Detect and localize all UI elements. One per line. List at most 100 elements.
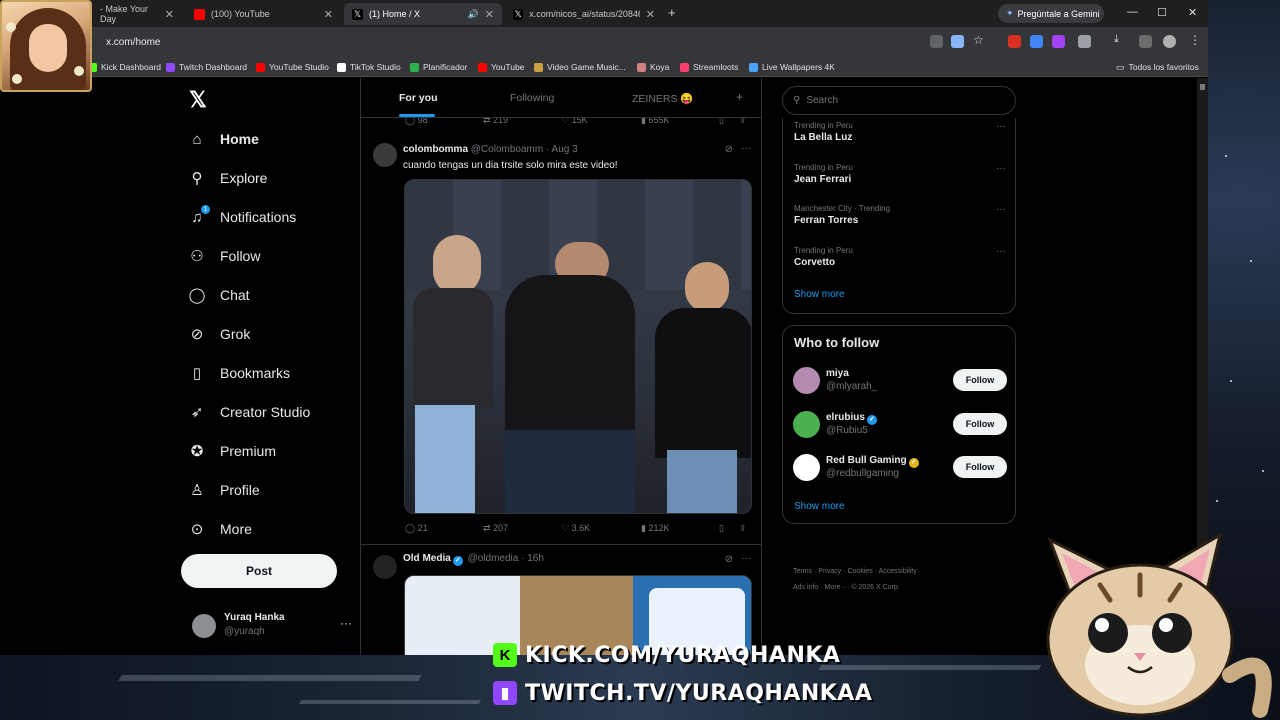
sidebar-item-explore[interactable]: ⚲ Explore: [188, 165, 268, 191]
tab-following[interactable]: Following: [510, 92, 554, 104]
bookmark-item[interactable]: YouTube Studio: [256, 60, 329, 74]
tab[interactable]: 𝕏 x.com/nicos_ai/status/20846406 ✕: [505, 3, 663, 25]
follow-button[interactable]: Follow: [953, 456, 1007, 478]
all-bookmarks[interactable]: ▭ Todos los favoritos: [1116, 60, 1199, 74]
new-tab-button[interactable]: +: [668, 5, 676, 20]
tab-search-icon[interactable]: [1139, 35, 1152, 48]
avatar[interactable]: [793, 454, 820, 481]
bookmark-item[interactable]: Live Wallpapers 4K: [749, 60, 835, 74]
cast-icon[interactable]: [951, 35, 964, 48]
url-input[interactable]: x.com/home: [96, 34, 916, 51]
more-options-icon[interactable]: ···: [996, 121, 1006, 132]
sidebar-item-premium[interactable]: ✪ Premium: [188, 438, 276, 464]
bookmark-icon[interactable]: ▯: [719, 523, 724, 534]
sidebar-item-chat[interactable]: ◯ Chat: [188, 282, 250, 308]
bell-icon: ♫ 1: [188, 205, 210, 226]
more-options-icon[interactable]: ···: [741, 143, 751, 154]
bookmark-item[interactable]: Planificador: [410, 60, 467, 74]
maximize-icon[interactable]: ☐: [1157, 6, 1167, 19]
footer-link[interactable]: Accessibility: [879, 568, 917, 575]
bookmark-item[interactable]: Streamloots: [680, 60, 738, 74]
translate-icon[interactable]: [930, 35, 943, 48]
post-button[interactable]: Post: [181, 554, 337, 588]
close-icon[interactable]: ✕: [324, 8, 333, 21]
sidebar-item-profile[interactable]: ♙ Profile: [188, 477, 259, 503]
star-bookmark-icon[interactable]: ☆: [973, 33, 984, 47]
who-to-follow-item[interactable]: elrubius ✓ @Rubiu5 Follow: [793, 409, 1007, 439]
more-options-icon[interactable]: ···: [996, 204, 1006, 215]
bookmark-item[interactable]: YouTube: [478, 60, 524, 74]
show-more-link[interactable]: Show more: [794, 289, 845, 300]
view-count[interactable]: ▮ 212K: [641, 523, 669, 534]
sidebar-item-grok[interactable]: ⊘ Grok: [188, 321, 251, 347]
close-icon[interactable]: ✕: [165, 8, 174, 21]
avatar[interactable]: [373, 555, 397, 579]
bookmark-item[interactable]: Kick Dashboard: [88, 60, 161, 74]
sidebar-item-creator-studio[interactable]: ➶ Creator Studio: [188, 399, 311, 425]
who-to-follow-item[interactable]: Red Bull Gaming ✓ @redbullgaming Follow: [793, 452, 1007, 482]
tab-zeiners[interactable]: ZEINERS 😝: [632, 92, 694, 105]
footer-link[interactable]: More ···: [825, 584, 850, 591]
like-count[interactable]: ♡ 3.6K: [561, 523, 590, 534]
bookmark-item[interactable]: Twitch Dashboard: [166, 60, 247, 74]
download-icon[interactable]: ⤓: [1114, 33, 1119, 46]
follow-button[interactable]: Follow: [953, 369, 1007, 391]
follow-button[interactable]: Follow: [953, 412, 1007, 435]
trend-item[interactable]: Manchester City · Trending Ferran Torres ·…: [794, 204, 1006, 226]
minimize-icon[interactable]: —: [1127, 6, 1138, 18]
add-tab-icon[interactable]: +: [736, 90, 743, 104]
avatar[interactable]: [793, 367, 820, 394]
avatar[interactable]: [373, 143, 397, 167]
more-options-icon[interactable]: ···: [996, 246, 1006, 257]
who-to-follow-item[interactable]: miya @mlyarah_ Follow: [793, 365, 1007, 395]
more-options-icon[interactable]: ···: [741, 553, 751, 564]
tweet-author[interactable]: colombomma @Colomboamm · Aug 3: [403, 144, 578, 155]
bookmark-item[interactable]: TikTok Studio: [337, 60, 401, 74]
repost-count[interactable]: ⇄ 207: [483, 523, 508, 534]
scroll-up-arrow[interactable]: [1200, 84, 1205, 90]
tab-for-you[interactable]: For you: [399, 92, 438, 104]
tab[interactable]: (100) YouTube ✕: [186, 3, 341, 25]
search-input[interactable]: ⚲ Search: [782, 86, 1016, 115]
sidebar-item-follow[interactable]: ⚇ Follow: [188, 243, 260, 269]
bookmark-item[interactable]: Video Game Music...: [534, 60, 626, 74]
grok-icon[interactable]: ⊘: [725, 144, 733, 155]
x-logo-icon[interactable]: 𝕏: [189, 87, 207, 113]
kebab-menu-icon[interactable]: ⋮: [1189, 33, 1201, 47]
footer-link[interactable]: Cookies: [847, 568, 872, 575]
extensions-puzzle-icon[interactable]: [1078, 35, 1091, 48]
show-more-link[interactable]: Show more: [794, 501, 845, 512]
extension-icon[interactable]: [1008, 35, 1021, 48]
extension-icon[interactable]: [1052, 35, 1065, 48]
trend-item[interactable]: Trending in Peru Corvetto ···: [794, 246, 1006, 268]
speaker-icon[interactable]: 🔊: [468, 9, 479, 20]
footer-link[interactable]: Privacy: [818, 568, 841, 575]
profile-avatar-icon[interactable]: [1163, 35, 1176, 48]
reply-count[interactable]: ◯ 21: [405, 523, 428, 534]
sidebar-item-notifications[interactable]: ♫ 1 Notifications: [188, 204, 296, 230]
extension-icon[interactable]: [1030, 35, 1043, 48]
trend-item[interactable]: Trending in Peru La Bella Luz ···: [794, 121, 1006, 143]
sidebar-item-more[interactable]: ⊙ More: [188, 516, 252, 542]
more-options-icon[interactable]: ···: [996, 163, 1006, 174]
close-icon[interactable]: ✕: [485, 8, 494, 21]
tweet[interactable]: Old Media ✓ @oldmedia · 16h ⊘ ···: [361, 545, 761, 655]
tweet[interactable]: colombomma @Colomboamm · Aug 3 ⊘ ··· cua…: [361, 133, 761, 545]
footer-link[interactable]: Terms: [793, 568, 812, 575]
footer-link[interactable]: Ads info: [793, 584, 818, 591]
account-switcher[interactable]: Yuraq Hanka @yuraqh ···: [192, 610, 352, 644]
sidebar-item-home[interactable]: ⌂ Home: [188, 126, 258, 152]
bookmark-item[interactable]: Koya: [637, 60, 669, 74]
trend-item[interactable]: Trending in Peru Jean Ferrari ···: [794, 163, 1006, 185]
tab-active[interactable]: 𝕏 (1) Home / X 🔊 ✕: [344, 3, 502, 25]
share-icon[interactable]: ⇪: [739, 523, 747, 534]
tab[interactable]: - Make Your Day ✕: [92, 3, 182, 25]
gemini-button[interactable]: ✦ Pregúntale a Gemini: [998, 4, 1104, 23]
close-window-icon[interactable]: ✕: [1188, 6, 1197, 19]
tweet-author[interactable]: Old Media ✓ @oldmedia · 16h: [403, 553, 544, 566]
tweet-video[interactable]: [404, 179, 752, 514]
sidebar-item-bookmarks[interactable]: ▯ Bookmarks: [188, 360, 290, 386]
grok-icon[interactable]: ⊘: [725, 554, 733, 565]
close-icon[interactable]: ✕: [646, 8, 655, 21]
avatar[interactable]: [793, 410, 820, 438]
